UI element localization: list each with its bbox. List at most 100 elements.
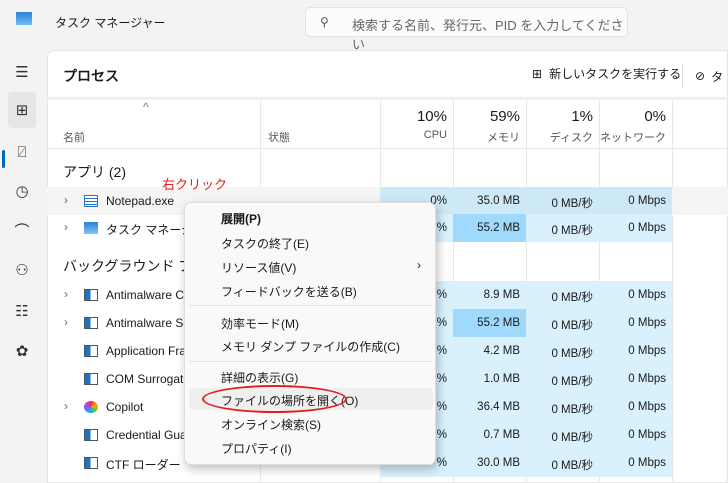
app-history-icon[interactable]: ◷: [8, 177, 36, 205]
users-icon[interactable]: ⚇: [8, 256, 36, 284]
mem-cell: 0.7 MB: [453, 421, 526, 449]
menu-efficiency-mode[interactable]: 効率モード(M): [189, 311, 433, 333]
startup-icon[interactable]: ⌒: [8, 216, 36, 244]
column-status[interactable]: 状態: [268, 129, 290, 145]
chevron-right-icon[interactable]: ›: [64, 399, 68, 413]
sidebar: ☰ ⊞ ⍁ ◷ ⌒ ⚇ ☷ ✿: [0, 50, 46, 483]
end-task-icon: ⊘: [695, 69, 706, 83]
task-manager-logo-icon: [16, 12, 32, 25]
chevron-right-icon[interactable]: ›: [64, 220, 68, 234]
menu-properties[interactable]: プロパティ(I): [189, 436, 433, 458]
net-cell: 0 Mbps: [599, 309, 672, 337]
net-cell: 0 Mbps: [599, 421, 672, 449]
mem-cell: 35.0 MB: [453, 187, 526, 215]
header-divider: [47, 148, 728, 149]
disk-cell: 0 MB/秒: [526, 337, 599, 365]
disk-cell: 0 MB/秒: [526, 309, 599, 337]
net-cell: 0 Mbps: [599, 281, 672, 309]
net-cell: 0 Mbps: [599, 187, 672, 215]
disk-cell: 0 MB/秒: [526, 281, 599, 309]
menu-separator: [189, 305, 433, 306]
net-cell: 0 Mbps: [599, 337, 672, 365]
menu-search-online[interactable]: オンライン検索(S): [189, 412, 433, 434]
end-task-label: タ: [711, 69, 724, 84]
chevron-right-icon: ›: [417, 258, 421, 272]
process-name: Copilot: [106, 400, 144, 414]
process-name: COM Surrogate: [106, 372, 191, 386]
column-name[interactable]: 名前: [63, 129, 85, 145]
details-icon[interactable]: ☷: [8, 297, 36, 325]
process-name: Antimalware Se: [106, 316, 191, 330]
menu-resource-values-label: リソース値(V): [221, 261, 297, 275]
menu-separator: [189, 361, 433, 362]
notepad-icon: [84, 195, 98, 207]
process-name: Application Fra: [106, 344, 187, 358]
menu-end-task[interactable]: タスクの終了(E): [189, 231, 433, 253]
menu-resource-values[interactable]: リソース値(V) ›: [189, 255, 433, 277]
column-disk[interactable]: ディスク: [526, 129, 593, 145]
divider: [47, 97, 728, 100]
right-click-annotation: 右クリック: [162, 177, 228, 192]
menu-feedback[interactable]: フィードバックを送る(B): [189, 279, 433, 301]
disk-cell: 0 MB/秒: [526, 421, 599, 449]
menu-memory-dump[interactable]: メモリ ダンプ ファイルの作成(C): [189, 334, 433, 356]
process-name: Notepad.exe: [106, 194, 175, 208]
net-cell: 0 Mbps: [599, 449, 672, 477]
process-icon: [84, 457, 98, 469]
chevron-right-icon[interactable]: ›: [64, 193, 68, 207]
disk-cell: 0 MB/秒: [526, 214, 599, 242]
process-name: Antimalware C: [106, 288, 185, 302]
disk-cell: 0 MB/秒: [526, 187, 599, 215]
net-cell: 0 Mbps: [599, 214, 672, 242]
network-total: 0%: [644, 108, 666, 125]
process-name: CTF ローダー: [106, 458, 181, 472]
memory-total: 59%: [489, 108, 520, 125]
mem-cell: 8.9 MB: [453, 281, 526, 309]
menu-details[interactable]: 詳細の表示(G): [189, 365, 433, 387]
page-title: プロセス: [63, 68, 119, 84]
task-manager-icon: [84, 222, 98, 234]
chevron-right-icon[interactable]: ›: [64, 287, 68, 301]
mem-cell: 4.2 MB: [453, 337, 526, 365]
search-icon: ⚲: [320, 15, 329, 29]
net-cell: 0 Mbps: [599, 393, 672, 421]
services-icon[interactable]: ✿: [8, 337, 36, 365]
mem-cell: 55.2 MB: [453, 309, 526, 337]
copilot-icon: [84, 401, 98, 413]
highlight-circle-annotation: [202, 385, 347, 413]
process-icon: [84, 317, 98, 329]
chevron-right-icon[interactable]: ›: [64, 315, 68, 329]
app-title: タスク マネージャー: [55, 16, 166, 30]
column-memory[interactable]: メモリ: [453, 129, 520, 145]
mem-cell: 36.4 MB: [453, 393, 526, 421]
group-apps: アプリ (2): [63, 164, 126, 180]
search-placeholder: 検索する名前、発行元、PID を入力してください: [352, 18, 624, 52]
disk-total: 1%: [571, 108, 593, 125]
process-icon: [84, 373, 98, 385]
process-icon: [84, 345, 98, 357]
mem-cell: 1.0 MB: [453, 365, 526, 393]
new-task-icon: ⊞: [532, 66, 543, 81]
performance-icon[interactable]: ⍁: [8, 138, 36, 166]
new-task-label: 新しいタスクを実行する: [549, 67, 682, 81]
processes-icon[interactable]: ⊞: [8, 92, 36, 128]
cpu-total: 10%: [416, 108, 447, 125]
menu-icon[interactable]: ☰: [8, 58, 36, 86]
disk-cell: 0 MB/秒: [526, 365, 599, 393]
search-input[interactable]: ⚲ 検索する名前、発行元、PID を入力してください: [305, 7, 628, 52]
menu-expand[interactable]: 展開(P): [189, 206, 433, 228]
process-icon: [84, 289, 98, 301]
net-cell: 0 Mbps: [599, 365, 672, 393]
column-network[interactable]: ネットワーク: [599, 129, 666, 145]
sort-ascending-icon: ^: [143, 100, 149, 114]
end-task-button[interactable]: ⊘ タ: [682, 63, 723, 89]
mem-cell: 55.2 MB: [453, 214, 526, 242]
new-task-button[interactable]: ⊞ 新しいタスクを実行する: [532, 65, 681, 82]
selection-indicator: [2, 150, 5, 168]
process-name: Credential Gua: [106, 428, 187, 442]
disk-cell: 0 MB/秒: [526, 393, 599, 421]
mem-cell: 30.0 MB: [453, 449, 526, 477]
column-cpu[interactable]: CPU: [380, 129, 447, 141]
disk-cell: 0 MB/秒: [526, 449, 599, 477]
context-menu: 展開(P) タスクの終了(E) リソース値(V) › フィードバックを送る(B) …: [184, 202, 436, 465]
